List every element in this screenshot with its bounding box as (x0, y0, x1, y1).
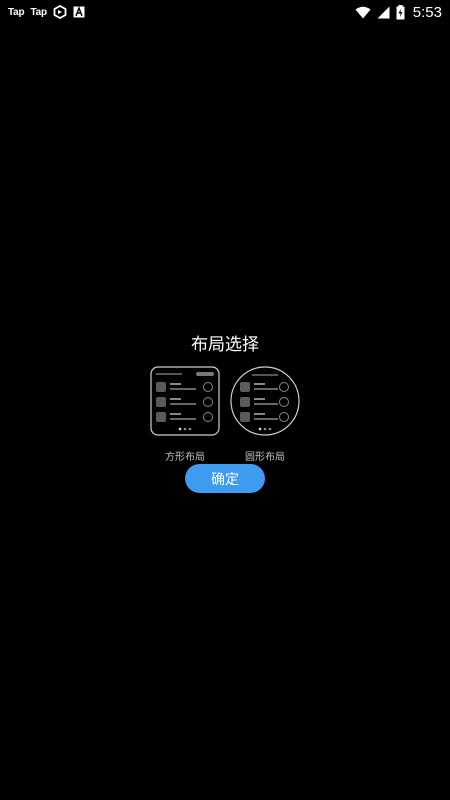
square-layout-option[interactable]: 方形布局 (150, 366, 220, 463)
layout-options: 方形布局 圆形布局 (148, 366, 302, 463)
cellular-signal-icon (377, 6, 390, 19)
round-layout-option[interactable]: 圆形布局 (230, 366, 300, 463)
a-notification-icon (73, 6, 85, 18)
status-bar-right: 5:53 (355, 2, 442, 22)
taptap-icon: Tap (30, 6, 47, 18)
status-bar: Tap Tap 5:53 (0, 0, 450, 24)
square-layout-preview-icon (150, 366, 220, 436)
battery-charging-icon (396, 4, 405, 20)
taptap-icon: Tap (8, 6, 25, 18)
confirm-button[interactable]: 确定 (185, 464, 265, 493)
round-layout-label: 圆形布局 (245, 452, 285, 463)
round-layout-preview-icon (230, 366, 300, 436)
status-time: 5:53 (412, 3, 442, 21)
layout-select-title: 布局选择 (191, 335, 259, 355)
wifi-icon (355, 6, 371, 19)
status-bar-left: Tap Tap (8, 4, 85, 20)
square-layout-label: 方形布局 (165, 452, 205, 463)
sync-icon (53, 5, 67, 19)
